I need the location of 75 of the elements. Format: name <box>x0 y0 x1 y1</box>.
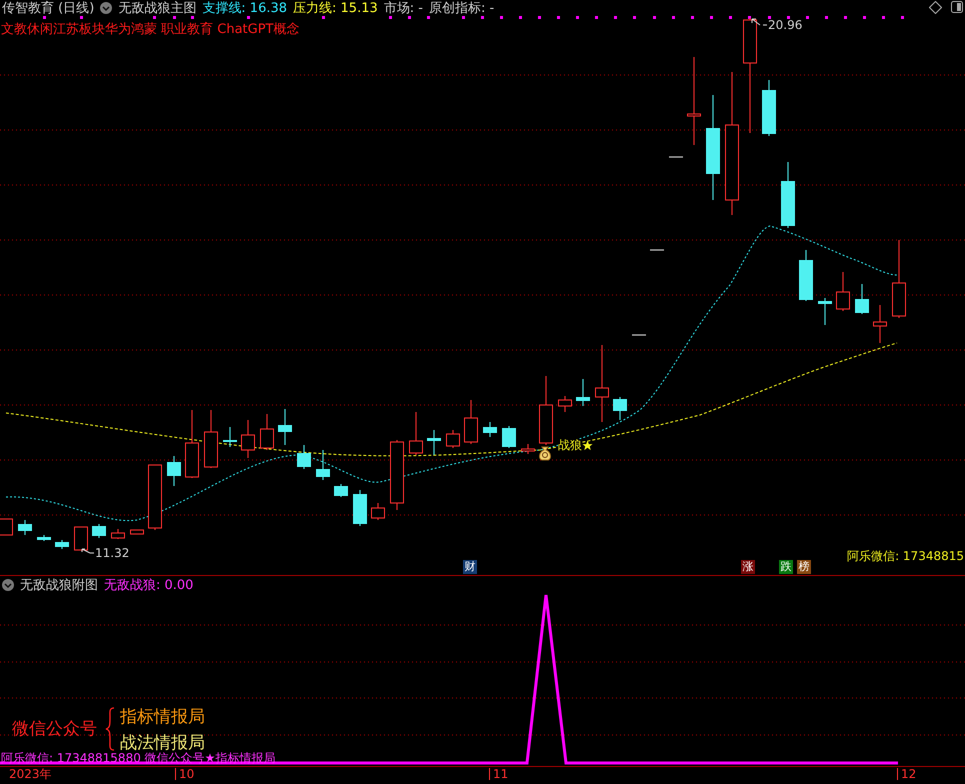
candlestick <box>130 530 144 534</box>
concept-tags: 文教休闲江苏板块华为鸿蒙 职业教育 ChatGPT概念 <box>0 20 300 38</box>
candlestick <box>427 430 441 456</box>
candlestick <box>873 304 887 344</box>
indicator-value: 无敌战狼: 0.00 <box>104 576 194 594</box>
indicator-menu[interactable]: 无敌战狼主图 <box>118 0 196 16</box>
candlestick <box>799 250 813 302</box>
candlestick <box>371 502 385 520</box>
indicator-value: 压力线: 15.13 <box>293 0 378 16</box>
candlestick <box>92 524 106 538</box>
indicator-value: 支撑线: 16.38 <box>202 0 288 16</box>
info-badge[interactable]: 财 <box>463 560 477 574</box>
axis-label: 12 <box>897 768 916 780</box>
chart-title: 传智教育 (日线) <box>2 0 94 16</box>
axis-label: 2023年 <box>8 768 52 780</box>
candlestick <box>204 410 218 468</box>
candlestick <box>241 420 255 458</box>
candlestick <box>464 400 478 444</box>
promo-text: 指标情报局 <box>120 709 205 726</box>
candlestick <box>18 520 32 536</box>
candlestick <box>334 484 348 498</box>
pointer-arrow <box>82 548 94 554</box>
info-badge[interactable]: 榜 <box>797 560 811 574</box>
price-dash <box>632 334 646 336</box>
chevron-down-icon[interactable] <box>100 2 112 14</box>
candlestick <box>521 444 535 454</box>
candlestick <box>539 376 553 446</box>
candlestick <box>781 162 795 228</box>
panel-toggle-icon[interactable] <box>951 1 963 13</box>
signal-label: 战狼 <box>558 439 582 451</box>
promo-label: 微信公众号 <box>12 721 97 738</box>
indicator-menu[interactable]: 无敌战狼附图 <box>20 576 98 594</box>
candlestick <box>37 534 51 542</box>
candlestick <box>185 410 199 478</box>
indicator-value: 市场: - <box>384 0 423 16</box>
candlestick <box>316 450 330 480</box>
candlestick <box>278 408 292 446</box>
candlestick <box>558 396 572 412</box>
chevron-down-icon[interactable] <box>2 578 14 590</box>
candlestick <box>409 412 423 456</box>
info-badge[interactable]: 跌 <box>779 560 793 574</box>
candlestick <box>390 440 404 510</box>
contact-note: 阿乐微信: 17348815 <box>847 550 964 562</box>
candlestick <box>148 464 162 530</box>
candlestick <box>260 414 274 450</box>
promo-text: 战法情报局 <box>120 735 205 752</box>
candlestick <box>353 490 367 526</box>
info-badge[interactable]: 涨 <box>741 560 755 574</box>
candlestick <box>446 430 460 448</box>
candlestick <box>167 456 181 486</box>
star-icon <box>582 440 593 451</box>
candlestick <box>818 298 832 326</box>
axis-label: 10 <box>175 768 194 780</box>
footer-note: 阿乐微信: 17348815880 微信公众号★指标情报局 <box>1 752 276 764</box>
candlestick <box>74 526 88 550</box>
low-price-label: 11.32 <box>95 547 130 559</box>
indicator-value: 原创指标: - <box>428 0 494 16</box>
diamond-icon[interactable] <box>929 1 942 14</box>
candlestick <box>297 444 311 470</box>
high-price-label: 20.96 <box>768 19 802 31</box>
brace-icon <box>105 707 115 751</box>
candlestick <box>613 396 627 420</box>
candlestick <box>855 284 869 314</box>
candlestick <box>576 378 590 406</box>
axis-label: 11 <box>489 768 508 780</box>
candlestick <box>55 540 69 550</box>
candlestick <box>483 422 497 438</box>
candlestick <box>502 426 516 448</box>
pointer-arrow <box>752 18 768 26</box>
candlestick <box>762 80 776 136</box>
candlestick <box>836 272 850 312</box>
money-bag-icon <box>538 445 552 461</box>
candlestick <box>111 528 125 540</box>
price-dash <box>668 156 684 158</box>
candlestick <box>223 426 237 448</box>
